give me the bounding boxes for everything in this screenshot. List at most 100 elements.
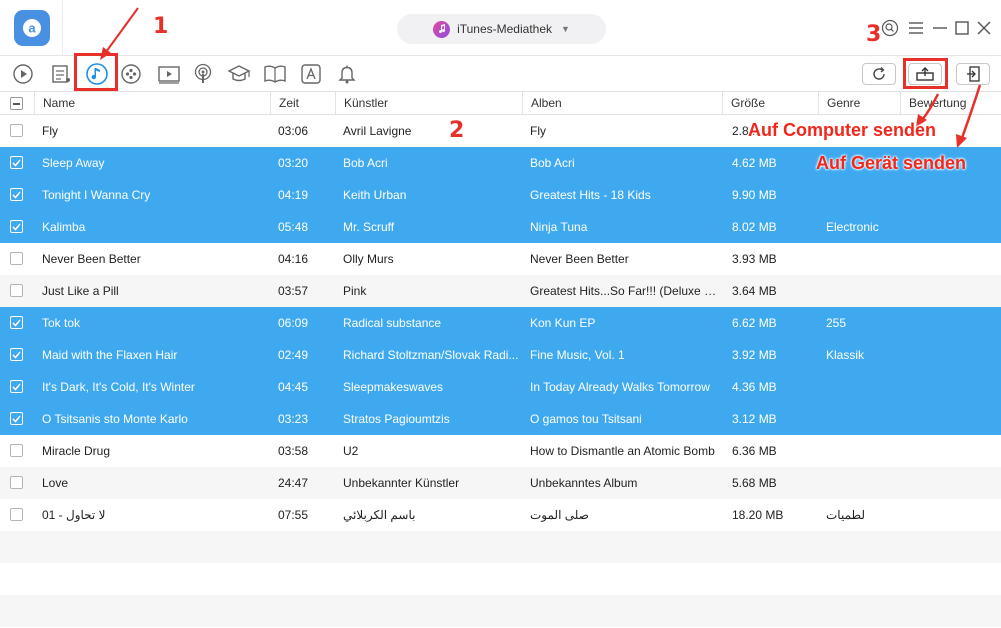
- column-header-size[interactable]: Größe: [722, 92, 818, 115]
- column-header-name[interactable]: Name: [34, 92, 270, 115]
- movie-icon[interactable]: [156, 61, 182, 87]
- column-header-time[interactable]: Zeit: [270, 92, 335, 115]
- row-checkbox[interactable]: [10, 220, 23, 233]
- refresh-button[interactable]: [862, 63, 896, 85]
- step-1-label: 1: [153, 14, 169, 39]
- minimize-icon[interactable]: [930, 18, 950, 38]
- song-artist: Avril Lavigne: [343, 124, 412, 138]
- table-row[interactable]: O Tsitsanis sto Monte Karlo 03:23 Stratos …: [0, 403, 1001, 435]
- ringtone-icon[interactable]: [118, 61, 144, 87]
- song-name: Sleep Away: [42, 156, 105, 170]
- table-row[interactable]: Love 24:47 Unbekannter Künstler Unbekanntes…: [0, 467, 1001, 499]
- song-time: 24:47: [278, 476, 309, 490]
- song-time: 05:48: [278, 220, 309, 234]
- app-logo-icon: a: [14, 10, 50, 46]
- row-checkbox[interactable]: [10, 284, 23, 297]
- svg-text:a: a: [28, 21, 36, 36]
- song-genre: Electronic: [826, 220, 879, 234]
- row-checkbox[interactable]: [10, 444, 23, 457]
- song-artist: باسم الكربلائي: [343, 508, 416, 522]
- song-name: Tonight I Wanna Cry: [42, 188, 151, 202]
- to-device-annotation: Auf Gerät senden: [816, 153, 967, 173]
- song-name: It's Dark, It's Cold, It's Winter: [42, 380, 195, 394]
- table-row[interactable]: Tonight I Wanna Cry 04:19 Keith Urban Great…: [0, 179, 1001, 211]
- song-name: 01 - لا تحاول: [42, 508, 106, 522]
- song-album: Greatest Hits...So Far!!! (Deluxe V...: [530, 284, 720, 298]
- category-toolbar: [0, 56, 1001, 92]
- song-size: 3.93 MB: [732, 252, 777, 266]
- menu-icon[interactable]: [906, 18, 926, 38]
- song-album: Fine Music, Vol. 1: [530, 348, 625, 362]
- itunes-u-icon[interactable]: [226, 61, 252, 87]
- song-size: 4.62 MB: [732, 156, 777, 170]
- table-row[interactable]: Kalimba 05:48 Mr. Scruff Ninja Tuna 8.02 MB E…: [0, 211, 1001, 243]
- search-icon[interactable]: [880, 18, 900, 38]
- song-time: 03:23: [278, 412, 309, 426]
- song-size: 3.64 MB: [732, 284, 777, 298]
- check-icon: [12, 319, 21, 327]
- library-label: iTunes-Mediathek: [457, 22, 552, 36]
- table-row[interactable]: Never Been Better 04:16 Olly Murs Never Bee…: [0, 243, 1001, 275]
- song-name: Kalimba: [42, 220, 86, 234]
- to-device-button[interactable]: [956, 63, 990, 85]
- song-time: 03:20: [278, 156, 309, 170]
- row-checkbox[interactable]: [10, 316, 23, 329]
- song-size: 3.12 MB: [732, 412, 777, 426]
- apps-icon[interactable]: [298, 61, 324, 87]
- song-genre: [826, 467, 901, 499]
- check-icon: [12, 191, 21, 199]
- column-header-album[interactable]: Alben: [522, 92, 722, 115]
- books-icon[interactable]: [262, 61, 288, 87]
- row-checkbox[interactable]: [10, 380, 23, 393]
- table-row[interactable]: 01 - لا تحاول 07:55 باسم الكربلائي صلى المو…: [0, 499, 1001, 531]
- row-checkbox[interactable]: [10, 124, 23, 137]
- check-icon: [12, 159, 21, 167]
- table-body: Fly 03:06 Avril Lavigne Fly 2.8... Sleep Away…: [0, 115, 1001, 627]
- table-row[interactable]: Tok tok 06:09 Radical substance Kon Kun EP 6…: [0, 307, 1001, 339]
- step-3-label: 3: [866, 22, 882, 47]
- maximize-icon[interactable]: [952, 18, 972, 38]
- song-album: صلى الموت: [530, 508, 589, 522]
- row-checkbox[interactable]: [10, 508, 23, 521]
- row-checkbox[interactable]: [10, 476, 23, 489]
- table-row[interactable]: It's Dark, It's Cold, It's Winter 04:45 Sl…: [0, 371, 1001, 403]
- library-selector[interactable]: iTunes-Mediathek ▼: [397, 14, 606, 44]
- song-artist: Mr. Scruff: [343, 220, 395, 234]
- table-row[interactable]: Maid with the Flaxen Hair 02:49 Richard St…: [0, 339, 1001, 371]
- to-device-icon: [967, 66, 980, 82]
- song-genre: Klassik: [826, 348, 865, 362]
- song-size: 8.02 MB: [732, 220, 777, 234]
- row-checkbox[interactable]: [10, 252, 23, 265]
- notification-icon[interactable]: [334, 61, 360, 87]
- empty-row: [0, 563, 1001, 595]
- row-checkbox[interactable]: [10, 348, 23, 361]
- song-album: Fly: [530, 124, 546, 138]
- check-icon: [12, 351, 21, 359]
- video-icon[interactable]: [10, 61, 36, 87]
- row-checkbox[interactable]: [10, 188, 23, 201]
- song-name: Maid with the Flaxen Hair: [42, 348, 178, 362]
- podcast-icon[interactable]: [190, 61, 216, 87]
- check-icon: [12, 383, 21, 391]
- check-icon: [12, 223, 21, 231]
- column-header-rating[interactable]: Bewertung: [900, 92, 1001, 115]
- select-all-checkbox[interactable]: [10, 97, 23, 110]
- step-2-label: 2: [449, 118, 465, 143]
- song-size: 6.62 MB: [732, 316, 777, 330]
- song-artist: Sleepmakeswaves: [343, 380, 444, 394]
- song-album: Bob Acri: [530, 156, 575, 170]
- song-name: Miracle Drug: [42, 444, 111, 458]
- song-genre: [826, 275, 901, 307]
- table-row[interactable]: Miracle Drug 03:58 U2 How to Dismantle an A…: [0, 435, 1001, 467]
- row-checkbox[interactable]: [10, 412, 23, 425]
- song-album: Kon Kun EP: [530, 316, 596, 330]
- song-name: Fly: [42, 124, 58, 138]
- playlist-icon[interactable]: [48, 61, 74, 87]
- song-time: 03:57: [278, 284, 309, 298]
- table-row[interactable]: Just Like a Pill 03:57 Pink Greatest Hits..…: [0, 275, 1001, 307]
- column-header-genre[interactable]: Genre: [818, 92, 900, 115]
- close-icon[interactable]: [974, 18, 994, 38]
- row-checkbox[interactable]: [10, 156, 23, 169]
- song-genre: [826, 403, 901, 435]
- column-header-artist[interactable]: Künstler: [335, 92, 522, 115]
